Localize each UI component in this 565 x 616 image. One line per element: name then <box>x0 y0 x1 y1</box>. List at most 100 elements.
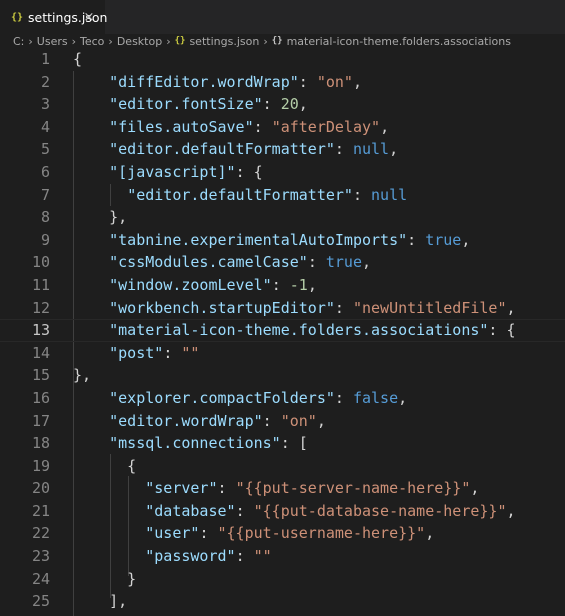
code-line[interactable]: 18 "mssql.connections": [ <box>0 432 565 455</box>
tab-bar: {} settings.json × <box>0 0 565 34</box>
breadcrumb-item-file[interactable]: settings.json <box>189 35 259 48</box>
code-text: "mssql.connections": [ <box>73 432 308 455</box>
json-punctuation: { <box>73 50 82 68</box>
code-line[interactable]: 14 "post": "" <box>0 342 565 365</box>
json-punctuation: : <box>236 547 254 565</box>
line-number: 4 <box>0 116 50 139</box>
code-line[interactable]: 6 "[javascript]": { <box>0 161 565 184</box>
code-line[interactable]: 19 { <box>0 455 565 478</box>
json-punctuation <box>73 95 109 113</box>
code-text: ], <box>73 590 127 613</box>
code-line[interactable]: 9 "tabnine.experimentalAutoImports": tru… <box>0 229 565 252</box>
json-punctuation: : <box>407 231 425 249</box>
json-punctuation: : <box>236 502 254 520</box>
json-punctuation: : <box>308 253 326 271</box>
json-punctuation: : <box>163 344 181 362</box>
code-text: "tabnine.experimentalAutoImports": true, <box>73 229 470 252</box>
json-number: -1 <box>290 276 308 294</box>
code-line[interactable]: 4 "files.autoSave": "afterDelay", <box>0 116 565 139</box>
code-line[interactable]: 21 "database": "{{put-database-name-here… <box>0 500 565 523</box>
code-line[interactable]: 22 "user": "{{put-username-here}}", <box>0 522 565 545</box>
code-text: "explorer.compactFolders": false, <box>73 387 407 410</box>
code-line[interactable]: 2 "diffEditor.wordWrap": "on", <box>0 71 565 94</box>
code-line[interactable]: 12 "workbench.startupEditor": "newUntitl… <box>0 297 565 320</box>
chevron-right-icon: › <box>72 35 76 48</box>
chevron-right-icon: › <box>263 35 267 48</box>
code-line[interactable]: 17 "editor.wordWrap": "on", <box>0 410 565 433</box>
breadcrumb-item-teco[interactable]: Teco <box>80 35 104 48</box>
code-line[interactable]: 15}, <box>0 364 565 387</box>
json-punctuation <box>73 434 109 452</box>
json-key: "editor.defaultFormatter" <box>109 140 335 158</box>
json-punctuation: }, <box>73 208 127 226</box>
json-punctuation <box>73 412 109 430</box>
code-line[interactable]: 24 } <box>0 568 565 591</box>
close-icon[interactable]: × <box>81 10 97 26</box>
line-number: 19 <box>0 455 50 478</box>
line-number: 10 <box>0 251 50 274</box>
code-line[interactable]: 16 "explorer.compactFolders": false, <box>0 387 565 410</box>
json-punctuation: , <box>317 412 326 430</box>
code-line-current[interactable]: 13 "material-icon-theme.folders.associat… <box>0 319 565 342</box>
breadcrumb-item-desktop[interactable]: Desktop <box>117 35 162 48</box>
tab-settings-json[interactable]: {} settings.json × <box>0 0 105 34</box>
json-punctuation: , <box>425 524 434 542</box>
json-keyword: false <box>353 389 398 407</box>
json-punctuation <box>73 389 109 407</box>
json-punctuation: , <box>380 118 389 136</box>
json-key: "password" <box>145 547 235 565</box>
breadcrumb-item-symbol[interactable]: material-icon-theme.folders.associations <box>287 35 511 48</box>
json-punctuation: : <box>335 389 353 407</box>
code-line[interactable]: 11 "window.zoomLevel": -1, <box>0 274 565 297</box>
json-key: "database" <box>145 502 235 520</box>
json-keyword: null <box>353 140 389 158</box>
json-key: "files.autoSave" <box>109 118 254 136</box>
code-text: "password": "" <box>73 545 272 568</box>
line-number: 7 <box>0 184 50 207</box>
code-text: "user": "{{put-username-here}}", <box>73 522 434 545</box>
breadcrumb-item-users[interactable]: Users <box>37 35 68 48</box>
json-punctuation: { <box>73 457 136 475</box>
json-punctuation <box>73 321 109 339</box>
json-string: "" <box>254 547 272 565</box>
code-line[interactable]: 1{ <box>0 48 565 71</box>
json-punctuation <box>73 276 109 294</box>
json-file-icon: {} <box>175 36 186 46</box>
code-line[interactable]: 23 "password": "" <box>0 545 565 568</box>
chevron-right-icon: › <box>108 35 112 48</box>
code-text: "[javascript]": { <box>73 161 263 184</box>
json-punctuation: : { <box>488 321 515 339</box>
json-punctuation: , <box>507 299 516 317</box>
line-number: 24 <box>0 568 50 591</box>
json-keyword: null <box>371 186 407 204</box>
json-string: "{{put-server-name-here}}" <box>236 479 471 497</box>
line-number: 6 <box>0 161 50 184</box>
code-line[interactable]: 20 "server": "{{put-server-name-here}}", <box>0 477 565 500</box>
code-line[interactable]: 5 "editor.defaultFormatter": null, <box>0 138 565 161</box>
code-editor[interactable]: 1{2 "diffEditor.wordWrap": "on",3 "edito… <box>0 48 565 614</box>
line-number: 25 <box>0 590 50 613</box>
line-number: 15 <box>0 364 50 387</box>
json-punctuation: : <box>218 479 236 497</box>
code-text: { <box>73 48 82 71</box>
json-punctuation: , <box>507 502 516 520</box>
object-symbol-icon: {} <box>272 36 283 46</box>
line-number: 23 <box>0 545 50 568</box>
code-line[interactable]: 7 "editor.defaultFormatter": null <box>0 184 565 207</box>
json-punctuation: , <box>362 253 371 271</box>
code-line[interactable]: 10 "cssModules.camelCase": true, <box>0 251 565 274</box>
code-line[interactable]: 25 ], <box>0 590 565 613</box>
line-number: 3 <box>0 93 50 116</box>
code-line[interactable]: 8 }, <box>0 206 565 229</box>
line-number: 16 <box>0 387 50 410</box>
code-text: "diffEditor.wordWrap": "on", <box>73 71 362 94</box>
json-string: "on" <box>281 412 317 430</box>
line-number: 11 <box>0 274 50 297</box>
json-punctuation: : <box>263 95 281 113</box>
line-number: 18 <box>0 432 50 455</box>
json-punctuation <box>73 502 145 520</box>
json-punctuation: }, <box>73 366 91 384</box>
breadcrumb-item-drive[interactable]: C: <box>13 35 24 48</box>
code-line[interactable]: 3 "editor.fontSize": 20, <box>0 93 565 116</box>
json-punctuation: : <box>335 299 353 317</box>
